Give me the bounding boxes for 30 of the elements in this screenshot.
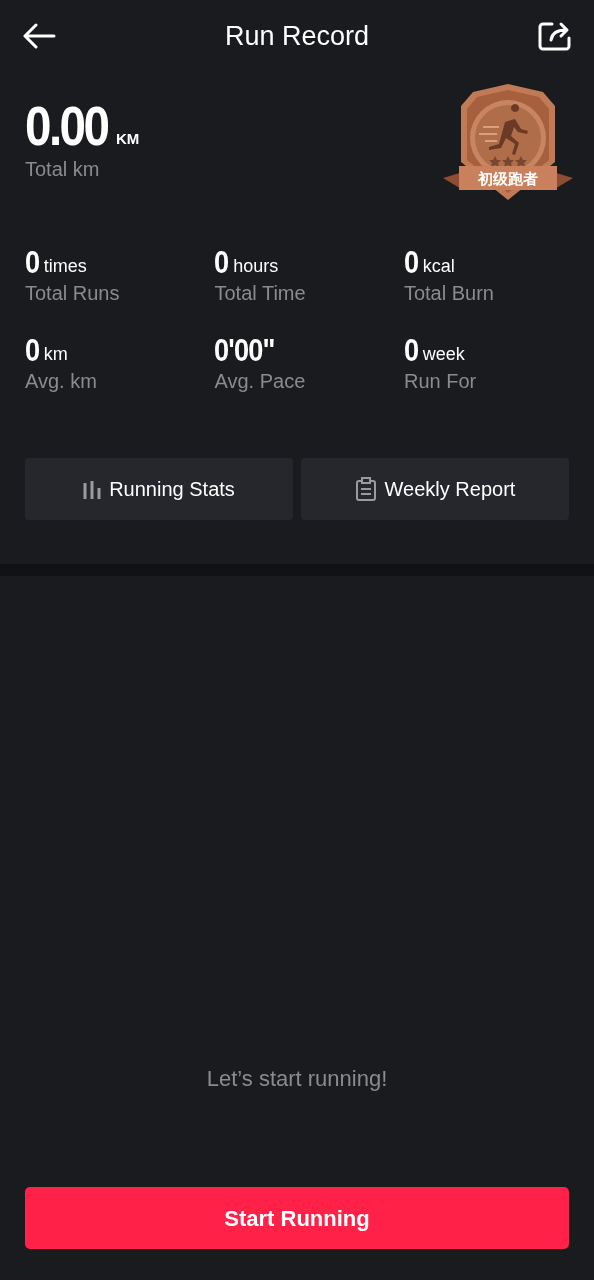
clipboard-icon [354,477,377,501]
weekly-report-button[interactable]: Weekly Report [301,458,569,520]
stat-value: 0'00" [214,334,275,366]
total-distance: 0.00 [25,98,108,154]
stat-unit: times [43,255,87,278]
total-label: Total km [25,157,101,182]
stat-value: 0 [25,334,40,366]
stat-value: 0 [403,334,419,366]
stat-value: 0 [214,246,229,278]
stat-label: Total Runs [25,281,121,306]
stat-value: 0 [25,246,40,278]
page-title: Run Record [224,19,370,53]
back-button[interactable] [22,23,56,49]
badge-title: 初级跑者 [478,170,538,187]
stat-label: Total Burn [403,281,495,306]
stat-label: Avg. Pace [214,369,307,394]
distance-unit: KM [116,128,140,149]
bar-chart-icon [83,479,102,499]
share-button[interactable] [538,21,572,51]
empty-message: Let’s start running! [206,1065,388,1093]
stat-label: Avg. km [25,369,98,394]
stat-unit: km [43,343,68,366]
stat-label: Total Time [214,281,307,306]
stat-label: Run For [403,369,478,394]
start-running-button[interactable]: Start Running [25,1187,569,1249]
stat-unit: hours [233,255,279,278]
stat-unit: week [422,343,465,366]
running-stats-button[interactable]: Running Stats [25,458,293,520]
stat-unit: kcal [422,255,455,278]
stat-value: 0 [403,246,419,278]
